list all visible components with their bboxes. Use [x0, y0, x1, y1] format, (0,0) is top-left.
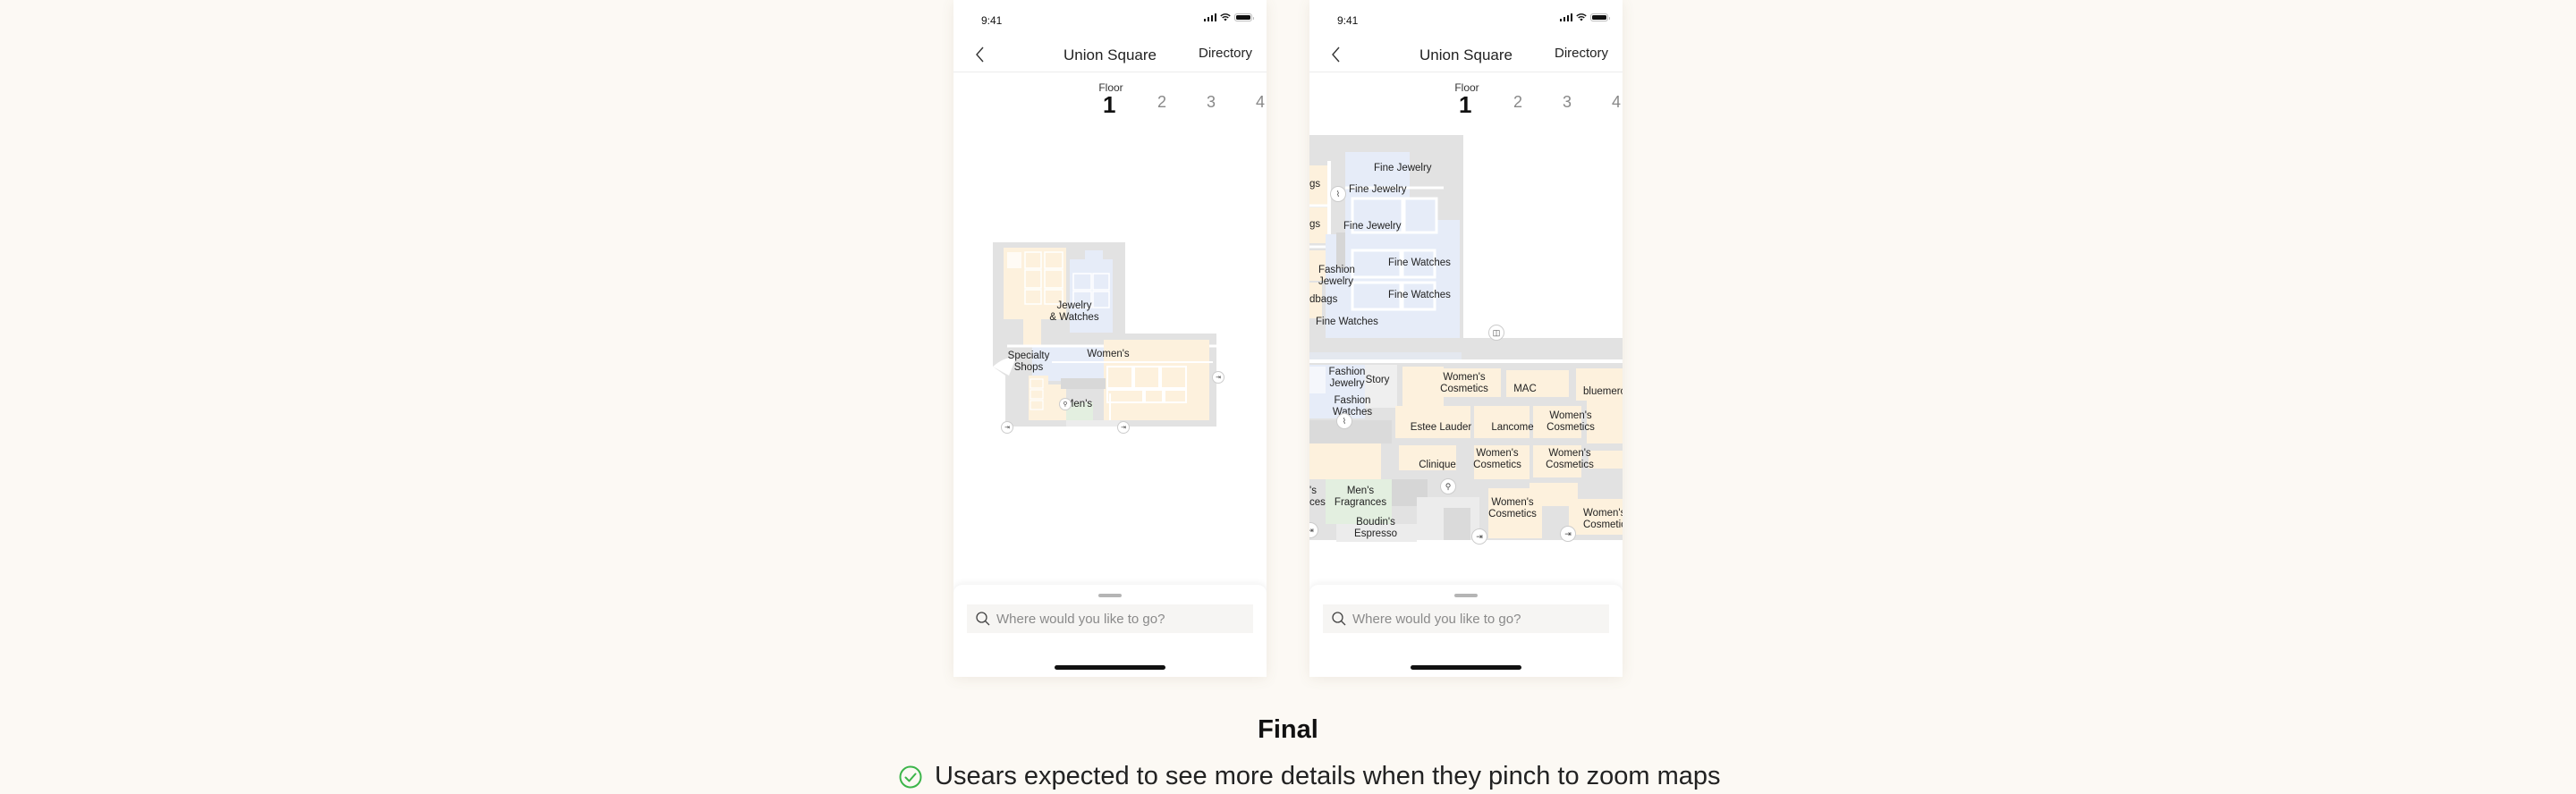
search-box[interactable]: [1323, 604, 1609, 633]
map-label-mac[interactable]: MAC: [1513, 384, 1537, 395]
battery-icon: [1590, 13, 1610, 21]
map-label-fashion-jewelry[interactable]: Fashion Jewelry: [1318, 265, 1355, 288]
map-label-fine-watches[interactable]: Fine Watches: [1316, 317, 1378, 328]
map-label-fine-jewelry[interactable]: Fine Jewelry: [1374, 163, 1432, 174]
status-time: 9:41: [1337, 14, 1359, 27]
navigation-bar: Union Square Directory: [953, 39, 1267, 72]
map-label-fine-jewelry[interactable]: Fine Jewelry: [1349, 184, 1407, 196]
entrance-icon[interactable]: ⇥: [1001, 421, 1013, 434]
floor-map[interactable]: Fine Jewelry Fine Jewelry Fine Jewelry g…: [1309, 125, 1623, 587]
search-box[interactable]: [967, 604, 1253, 633]
wifi-icon: [1576, 13, 1587, 21]
entrance-icon[interactable]: ⇥: [1471, 528, 1487, 545]
map-label-fine-watches[interactable]: Fine Watches: [1388, 258, 1451, 269]
map-label-handbags-partial[interactable]: gs: [1309, 179, 1320, 190]
floor-tab-1[interactable]: 1: [1459, 91, 1471, 119]
elevator-icon[interactable]: ◫: [1488, 325, 1504, 341]
map-label-jewelry-watches[interactable]: Jewelry & Watches: [1049, 300, 1098, 324]
caption-note-text: Usears expected to see more details when…: [935, 762, 1721, 790]
map-label-womens-cosmetics[interactable]: Women's Cosmetics: [1546, 448, 1594, 471]
entrance-icon[interactable]: ⇥: [1212, 371, 1224, 384]
floor-tab-3[interactable]: 3: [1563, 93, 1572, 112]
wifi-icon: [1220, 13, 1231, 21]
floor-tab-2[interactable]: 2: [1513, 93, 1522, 112]
map-label-womens-cosmetics[interactable]: Women's Cosmetics: [1583, 508, 1623, 531]
floor-tab-3[interactable]: 3: [1207, 93, 1216, 112]
phone-screen-zoomed-out: 9:41 Union Square Directory Floor 1 2 3 …: [953, 0, 1267, 677]
search-icon: [976, 612, 990, 626]
navigation-bar: Union Square Directory: [1309, 39, 1623, 72]
map-label-boudins-espresso[interactable]: Boudin's Espresso: [1354, 517, 1397, 540]
search-icon: [1332, 612, 1346, 626]
escalator-icon[interactable]: ⌇: [1336, 413, 1352, 429]
floor-selector: 1 2 3 4: [953, 91, 1267, 120]
escalator-icon[interactable]: ⌇: [1330, 186, 1346, 202]
map-label-womens-cosmetics[interactable]: Women's Cosmetics: [1440, 372, 1488, 395]
sheet-grabber-handle[interactable]: [1454, 594, 1478, 597]
map-label-handbags-partial[interactable]: gs: [1309, 219, 1320, 231]
floor-selector: 1 2 3 4: [1309, 91, 1623, 120]
map-label-bluemercury[interactable]: bluemercury: [1583, 386, 1623, 398]
floor-map[interactable]: Jewelry & Watches Women's Specialty Shop…: [953, 125, 1267, 587]
floor-tab-1[interactable]: 1: [1103, 91, 1115, 119]
caption-note: Usears expected to see more details when…: [899, 762, 1721, 791]
map-label-lancome[interactable]: Lancome: [1491, 422, 1533, 434]
battery-icon: [1234, 13, 1254, 21]
floor-tab-2[interactable]: 2: [1157, 93, 1166, 112]
map-label-clinique[interactable]: Clinique: [1419, 460, 1456, 471]
bottom-sheet: [953, 585, 1267, 677]
cellular-signal-icon: [1203, 13, 1216, 21]
check-circle-icon: [899, 765, 922, 788]
map-label-fine-jewelry[interactable]: Fine Jewelry: [1343, 221, 1402, 232]
entrance-icon[interactable]: ⇥: [1560, 526, 1576, 542]
search-input[interactable]: [1352, 611, 1585, 627]
floor-tab-4[interactable]: 4: [1256, 93, 1265, 112]
status-icons: [1559, 13, 1610, 21]
caption-title: Final: [1258, 715, 1318, 744]
floor-tab-4[interactable]: 4: [1612, 93, 1621, 112]
phone-screen-zoomed-in: 9:41 Union Square Directory Floor 1 2 3 …: [1309, 0, 1623, 677]
cellular-signal-icon: [1559, 13, 1572, 21]
map-label-story[interactable]: Story: [1366, 375, 1390, 386]
status-icons: [1203, 13, 1254, 21]
map-label-mens-accessories-partial[interactable]: 's ces: [1309, 486, 1326, 509]
bottom-sheet: [1309, 585, 1623, 677]
map-label-estee-lauder[interactable]: Estee Lauder: [1411, 422, 1471, 434]
map-label-fashion-jewelry[interactable]: Fashion Jewelry: [1329, 367, 1366, 390]
map-label-mens-fragrances[interactable]: Men's Fragrances: [1335, 486, 1386, 509]
search-input[interactable]: [996, 611, 1229, 627]
home-indicator: [1055, 665, 1165, 670]
sheet-grabber-handle[interactable]: [1098, 594, 1122, 597]
entrance-icon[interactable]: ⇥: [1117, 421, 1130, 434]
map-label-womens-cosmetics[interactable]: Women's Cosmetics: [1473, 448, 1521, 471]
map-label-handbags-partial[interactable]: dbags: [1309, 294, 1337, 306]
directory-button[interactable]: Directory: [1555, 46, 1608, 61]
map-label-womens[interactable]: Women's: [1087, 349, 1129, 360]
directory-button[interactable]: Directory: [1199, 46, 1252, 61]
status-time: 9:41: [981, 14, 1003, 27]
map-label-womens-cosmetics[interactable]: Women's Cosmetics: [1488, 497, 1537, 520]
map-label-fine-watches[interactable]: Fine Watches: [1388, 290, 1451, 301]
restroom-icon[interactable]: ⚲: [1059, 398, 1072, 410]
map-label-womens-cosmetics[interactable]: Women's Cosmetics: [1546, 410, 1595, 434]
map-label-specialty-shops[interactable]: Specialty Shops: [1008, 351, 1050, 374]
restroom-icon[interactable]: ⚲: [1440, 478, 1456, 494]
home-indicator: [1411, 665, 1521, 670]
